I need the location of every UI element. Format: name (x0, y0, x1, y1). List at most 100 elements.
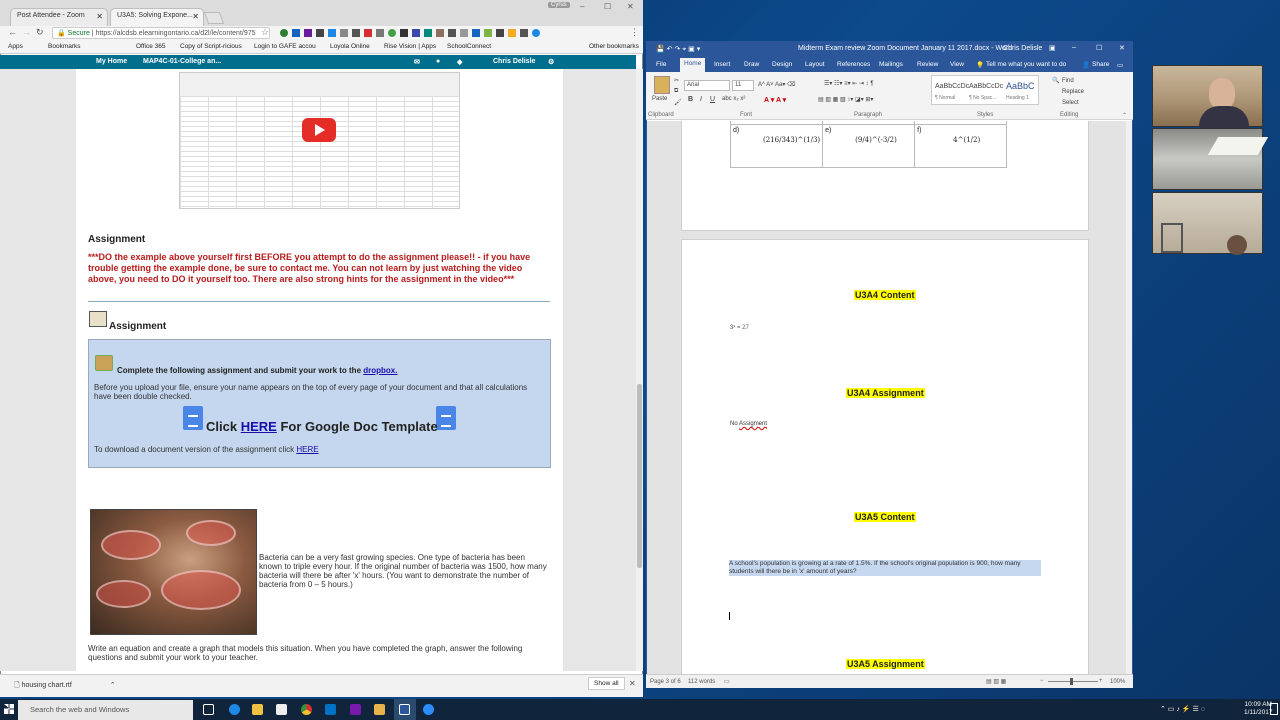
page-count[interactable]: Page 3 of 6 (650, 679, 681, 685)
style-normal-sample[interactable]: AaBbCcDc (935, 83, 969, 90)
quick-access-icons[interactable]: 💾 ↶ ↷ ⌖ ▣ ▾ (656, 45, 700, 54)
file-explorer-icon[interactable] (252, 704, 263, 715)
tab-zoom[interactable]: Post Attendee - Zoom ✕ (10, 8, 108, 26)
tab-review[interactable]: Review (917, 61, 938, 68)
download-link[interactable]: HERE (296, 445, 318, 454)
tab-layout[interactable]: Layout (805, 61, 825, 68)
onenote-icon[interactable] (350, 704, 361, 715)
replace-button[interactable]: Replace (1062, 89, 1084, 95)
style-nospacing-sample[interactable]: AaBbCcDc (969, 83, 1003, 90)
find-button[interactable]: Find (1062, 78, 1074, 84)
close-window-icon[interactable]: ✕ (1119, 44, 1125, 52)
tab-u3a5[interactable]: U3A5: Solving Expone... ✕ (110, 8, 204, 26)
font-color-icon[interactable]: A ▾ A ▾ (764, 96, 786, 104)
tab-mailings[interactable]: Mailings (879, 61, 903, 68)
minimize-icon[interactable]: ‒ (580, 2, 584, 11)
maximize-icon[interactable]: ☐ (604, 2, 611, 11)
format-painter-icon[interactable]: 🖌 (674, 99, 682, 106)
clock[interactable]: 10:09 AM 1/11/2017 (1244, 701, 1272, 717)
collapse-ribbon-icon[interactable]: ⌃ (1122, 112, 1127, 119)
edge-icon[interactable] (229, 704, 240, 715)
dropbox-link[interactable]: dropbox. (363, 366, 397, 375)
bookmark-other[interactable]: Other bookmarks (589, 43, 639, 50)
grow-font-icon[interactable]: A^ A˅ Aa▾ ⌫ (758, 81, 796, 88)
tab-home[interactable]: Home (680, 58, 706, 72)
alert-icon[interactable]: ● (436, 58, 440, 65)
reload-icon[interactable]: ↻ (36, 27, 44, 38)
share-button[interactable]: Share (1092, 61, 1109, 68)
tell-me-box[interactable]: Tell me what you want to do (986, 61, 1066, 68)
participant-video-3[interactable] (1152, 192, 1263, 255)
tab-insert[interactable]: Insert (714, 61, 730, 68)
bookmark-apps[interactable]: Apps (8, 43, 23, 50)
font-size-select[interactable]: 11 (732, 80, 754, 91)
menu-icon[interactable]: ⋮ (630, 27, 639, 38)
chat-icon[interactable]: ◆ (457, 58, 462, 66)
show-all-button[interactable]: Show all (588, 677, 625, 690)
style-heading1-sample[interactable]: AaBbC (1006, 81, 1035, 91)
minimize-icon[interactable]: ‒ (1072, 44, 1076, 51)
nav-home[interactable]: My Home (96, 58, 127, 65)
scrollbar[interactable] (636, 69, 643, 671)
find-icon[interactable]: 🔍 (1052, 77, 1059, 84)
italic-icon[interactable]: I (700, 96, 702, 103)
nav-user[interactable]: Chris Delisle (493, 58, 535, 65)
download-item[interactable]: 🗋 housing chart.rtf ⌃ (14, 681, 116, 692)
bookmark-script[interactable]: Copy of Script-ricious (180, 43, 242, 50)
align-icons[interactable]: ▤ ▥ ▦ ▧ ↕▾ ◪▾ ⊞▾ (818, 96, 873, 103)
copy-icon[interactable]: ⧉ (674, 88, 678, 95)
store-icon[interactable] (276, 704, 287, 715)
zoom-slider-thumb[interactable] (1070, 678, 1073, 685)
zoom-in-icon[interactable]: + (1099, 678, 1103, 684)
word-user[interactable]: Chris Delisle (1003, 45, 1042, 52)
bookmark-office365[interactable]: Office 365 (136, 43, 166, 50)
bold-icon[interactable]: B (688, 96, 693, 103)
task-view-icon[interactable] (203, 704, 214, 715)
bookmark-bookmarks[interactable]: Bookmarks (48, 43, 81, 50)
tab-references[interactable]: References (837, 61, 870, 68)
zoom-out-icon[interactable]: − (1040, 678, 1044, 684)
address-bar[interactable]: 🔒 Secure | https://alcdsb.elearningontar… (52, 27, 270, 39)
search-box[interactable]: Search the web and Windows (18, 700, 193, 720)
star-icon[interactable]: ☆ (261, 27, 269, 38)
strikethrough-icon[interactable]: abc x₂ x² (722, 96, 745, 102)
nav-course[interactable]: MAP4C-01-College an... (143, 58, 221, 65)
close-icon[interactable]: ✕ (192, 12, 199, 21)
forward-icon[interactable]: → (22, 27, 31, 37)
profile-badge[interactable]: Cyrus (548, 2, 570, 8)
close-icon[interactable]: ✕ (96, 12, 103, 21)
tab-design[interactable]: Design (772, 61, 792, 68)
back-icon[interactable]: ← (8, 27, 17, 37)
document-page[interactable]: U3A4 Content 3ˣ = 27 U3A4 Assignment No … (681, 239, 1089, 674)
chrome-icon[interactable] (301, 704, 312, 715)
cut-icon[interactable]: ✂ (674, 77, 679, 84)
ribbon-display-icon[interactable]: ▣ (1049, 44, 1056, 52)
tab-file[interactable]: File (656, 61, 666, 68)
outlook-icon[interactable] (325, 704, 336, 715)
maximize-icon[interactable]: ☐ (1096, 44, 1102, 52)
proofing-icon[interactable]: ▭ (724, 678, 730, 685)
font-name-select[interactable]: Arial (684, 80, 730, 91)
zoom-slider[interactable] (1048, 681, 1098, 682)
tab-draw[interactable]: Draw (744, 61, 759, 68)
comments-icon[interactable]: ▭ (1117, 61, 1123, 69)
tab-view[interactable]: View (950, 61, 964, 68)
play-icon[interactable] (302, 118, 336, 142)
select-button[interactable]: Select (1062, 100, 1079, 106)
close-icon[interactable]: ✕ (629, 679, 636, 688)
clipboard-icon[interactable] (654, 76, 670, 94)
tray-icons[interactable]: ⌃ ▭ ♪ ⚡ ☰ ◌ (1160, 705, 1205, 713)
view-buttons[interactable]: ▤ ▥ ▦ (986, 678, 1006, 685)
underline-icon[interactable]: U (710, 96, 715, 103)
mail-icon[interactable]: ✉ (414, 58, 420, 66)
bookmark-gafe[interactable]: Login to GAFE accou (254, 43, 316, 50)
paste-button[interactable]: Paste (652, 96, 667, 102)
zoom-icon[interactable] (423, 704, 434, 715)
participant-video-1[interactable] (1152, 65, 1263, 128)
share-icon[interactable]: 👤 (1082, 61, 1090, 69)
bookmark-loyola[interactable]: Loyola Online (330, 43, 370, 50)
template-link[interactable]: HERE (241, 419, 277, 434)
gear-icon[interactable]: ⚙ (548, 58, 554, 66)
bookmark-risevision[interactable]: Rise Vision | Apps (384, 43, 436, 50)
notification-icon[interactable] (1270, 703, 1278, 715)
